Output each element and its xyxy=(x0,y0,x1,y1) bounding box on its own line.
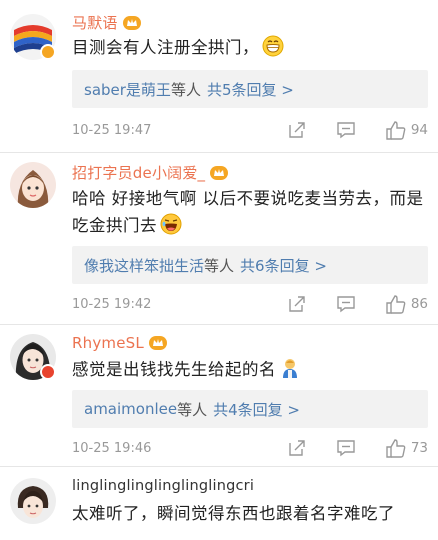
vip-crown-icon xyxy=(122,15,141,30)
thumbs-up-icon xyxy=(386,294,406,314)
like-count: 73 xyxy=(410,440,428,456)
reply-user-link[interactable]: saber是萌王 xyxy=(84,79,171,100)
person-emoji-icon xyxy=(283,359,297,378)
like-count: 94 xyxy=(410,122,428,138)
comment-text: 哈哈 好接地气啊 以后不要说吃麦当劳去，而是 吃金拱门去 xyxy=(72,189,424,235)
comment-button[interactable] xyxy=(336,121,356,139)
comment-icon xyxy=(337,296,355,313)
comment-item: linglinglinglinglinglingcri 太难听了，瞬间觉得东西也… xyxy=(0,466,438,540)
comment-text: 目测会有人注册全拱门， xyxy=(72,34,424,61)
grin-emoji-icon xyxy=(262,35,284,57)
reply-count-link[interactable]: 共6条回复 > xyxy=(240,255,327,276)
reply-user-link[interactable]: amaimonlee xyxy=(84,400,177,418)
comment-time: 10-25 19:42 xyxy=(72,296,152,312)
like-button[interactable]: 94 xyxy=(386,120,428,140)
comment-icon xyxy=(337,440,355,457)
share-button[interactable] xyxy=(288,439,306,457)
comment-item: 马默语 目测会有人注册全拱门， saber是萌王 等人 共5条回复 > 10-2… xyxy=(0,0,438,152)
comment-item: 招打字员de小阔爱_ 哈哈 好接地气啊 以后不要说吃麦当劳去，而是 吃金拱门去 … xyxy=(0,152,438,324)
verified-badge-icon xyxy=(40,44,56,60)
share-icon xyxy=(289,122,305,138)
reply-count-link[interactable]: 共5条回复 > xyxy=(207,79,294,100)
share-button[interactable] xyxy=(288,121,306,139)
reply-etal: 等人 xyxy=(170,80,201,99)
avatar[interactable] xyxy=(10,478,56,524)
username[interactable]: 马默语 xyxy=(72,12,118,33)
laugh-emoji-icon xyxy=(160,213,182,235)
username[interactable]: 招打字员de小阔爱_ xyxy=(72,162,205,183)
reply-summary[interactable]: saber是萌王 等人 共5条回复 > xyxy=(72,70,428,108)
comment-text: 太难听了，瞬间觉得东西也跟着名字难吃了 xyxy=(72,504,395,523)
like-button[interactable]: 86 xyxy=(386,294,428,314)
reply-user-link[interactable]: 像我这样笨拙生活 xyxy=(84,255,204,276)
username[interactable]: linglinglinglinglinglingcri xyxy=(72,478,254,494)
share-icon xyxy=(289,440,305,456)
thumbs-up-icon xyxy=(386,120,406,140)
reply-count-link[interactable]: 共4条回复 > xyxy=(213,399,300,420)
username[interactable]: RhymeSL xyxy=(72,334,144,352)
comment-time: 10-25 19:47 xyxy=(72,122,152,138)
share-button[interactable] xyxy=(288,295,306,313)
avatar[interactable] xyxy=(10,162,56,208)
vip-crown-icon xyxy=(148,336,167,350)
comment-time: 10-25 19:46 xyxy=(72,440,152,456)
vip-crown-icon xyxy=(210,165,229,180)
comment-item: RhymeSL 感觉是出钱找先生给起的名 amaimonlee 等人 共4条回复… xyxy=(0,324,438,468)
reply-etal: 等人 xyxy=(177,400,208,419)
comment-button[interactable] xyxy=(336,295,356,313)
thumbs-up-icon xyxy=(386,438,406,458)
like-button[interactable]: 73 xyxy=(386,438,428,458)
reply-etal: 等人 xyxy=(204,256,235,275)
reply-summary[interactable]: amaimonlee 等人 共4条回复 > xyxy=(72,390,428,428)
verified-badge-icon xyxy=(40,364,56,380)
like-count: 86 xyxy=(410,296,428,312)
reply-summary[interactable]: 像我这样笨拙生活 等人 共6条回复 > xyxy=(72,246,428,284)
comment-button[interactable] xyxy=(336,439,356,457)
comment-text: 感觉是出钱找先生给起的名 xyxy=(72,356,424,383)
comment-icon xyxy=(337,122,355,139)
share-icon xyxy=(289,296,305,312)
